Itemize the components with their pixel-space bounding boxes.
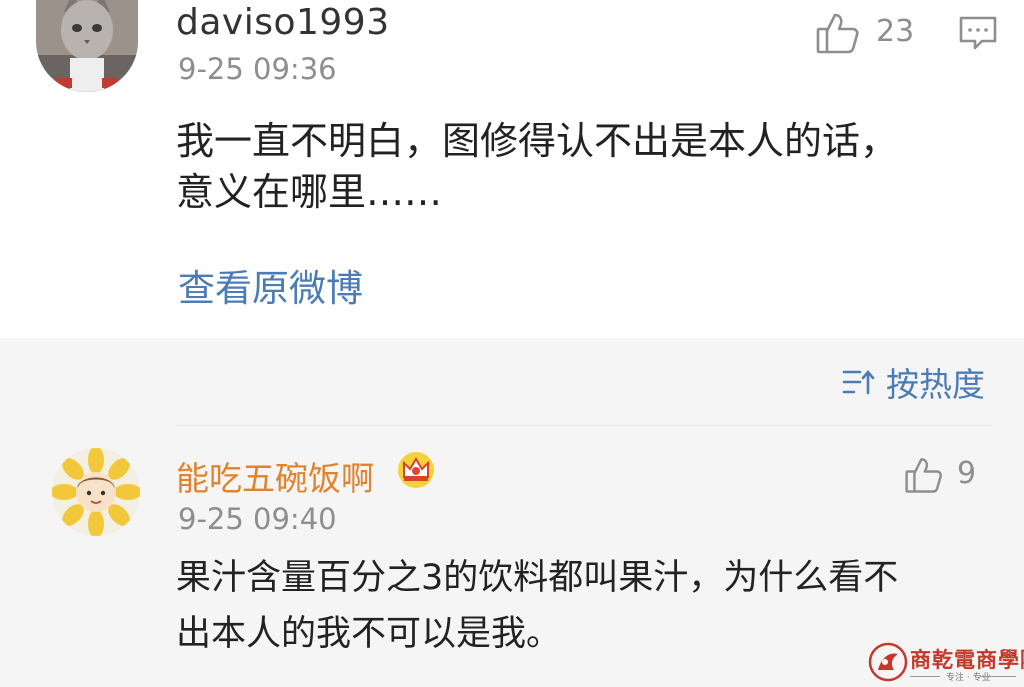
divider (176, 425, 992, 426)
watermark-rule (910, 676, 940, 677)
watermark-rule (980, 676, 1016, 677)
user-avatar-daviso1993[interactable] (36, 0, 138, 92)
sort-by-hot-button[interactable]: 按热度 (842, 362, 985, 404)
comment-text-line: 意义在哪里…… (176, 170, 443, 214)
comment-time: 9-25 09:40 (178, 502, 337, 536)
view-original-weibo-link[interactable]: 查看原微博 (178, 258, 363, 312)
thumbs-up-icon[interactable] (904, 455, 944, 495)
comment-text-line: 我一直不明白，图修得认不出是本人的话， (176, 119, 899, 163)
thumbs-up-icon[interactable] (815, 10, 861, 56)
username-vip[interactable]: 能吃五碗饭啊 (176, 452, 374, 500)
like-count: 9 (957, 456, 977, 491)
comment-text: 我一直不明白，图修得认不出是本人的话， 意义在哪里…… (176, 116, 976, 218)
like-count: 23 (876, 14, 915, 49)
watermark-logo (868, 642, 908, 682)
sort-label: 按热度 (886, 365, 985, 404)
comment-time: 9-25 09:36 (178, 52, 337, 86)
original-comment-card: daviso1993 9-25 09:36 23 我一直不明白，图修得认不出是本… (0, 0, 1024, 338)
crown-icon (396, 450, 436, 490)
watermark: 商乾電商學院 专注 · 专业 (868, 642, 1024, 684)
username[interactable]: daviso1993 (176, 2, 390, 43)
reply-text-line: 果汁含量百分之3的饮料都叫果汁，为什么看不 (176, 558, 899, 598)
sort-icon (842, 369, 875, 395)
user-avatar-sunflower[interactable] (52, 448, 140, 536)
comment-icon[interactable] (958, 14, 998, 52)
